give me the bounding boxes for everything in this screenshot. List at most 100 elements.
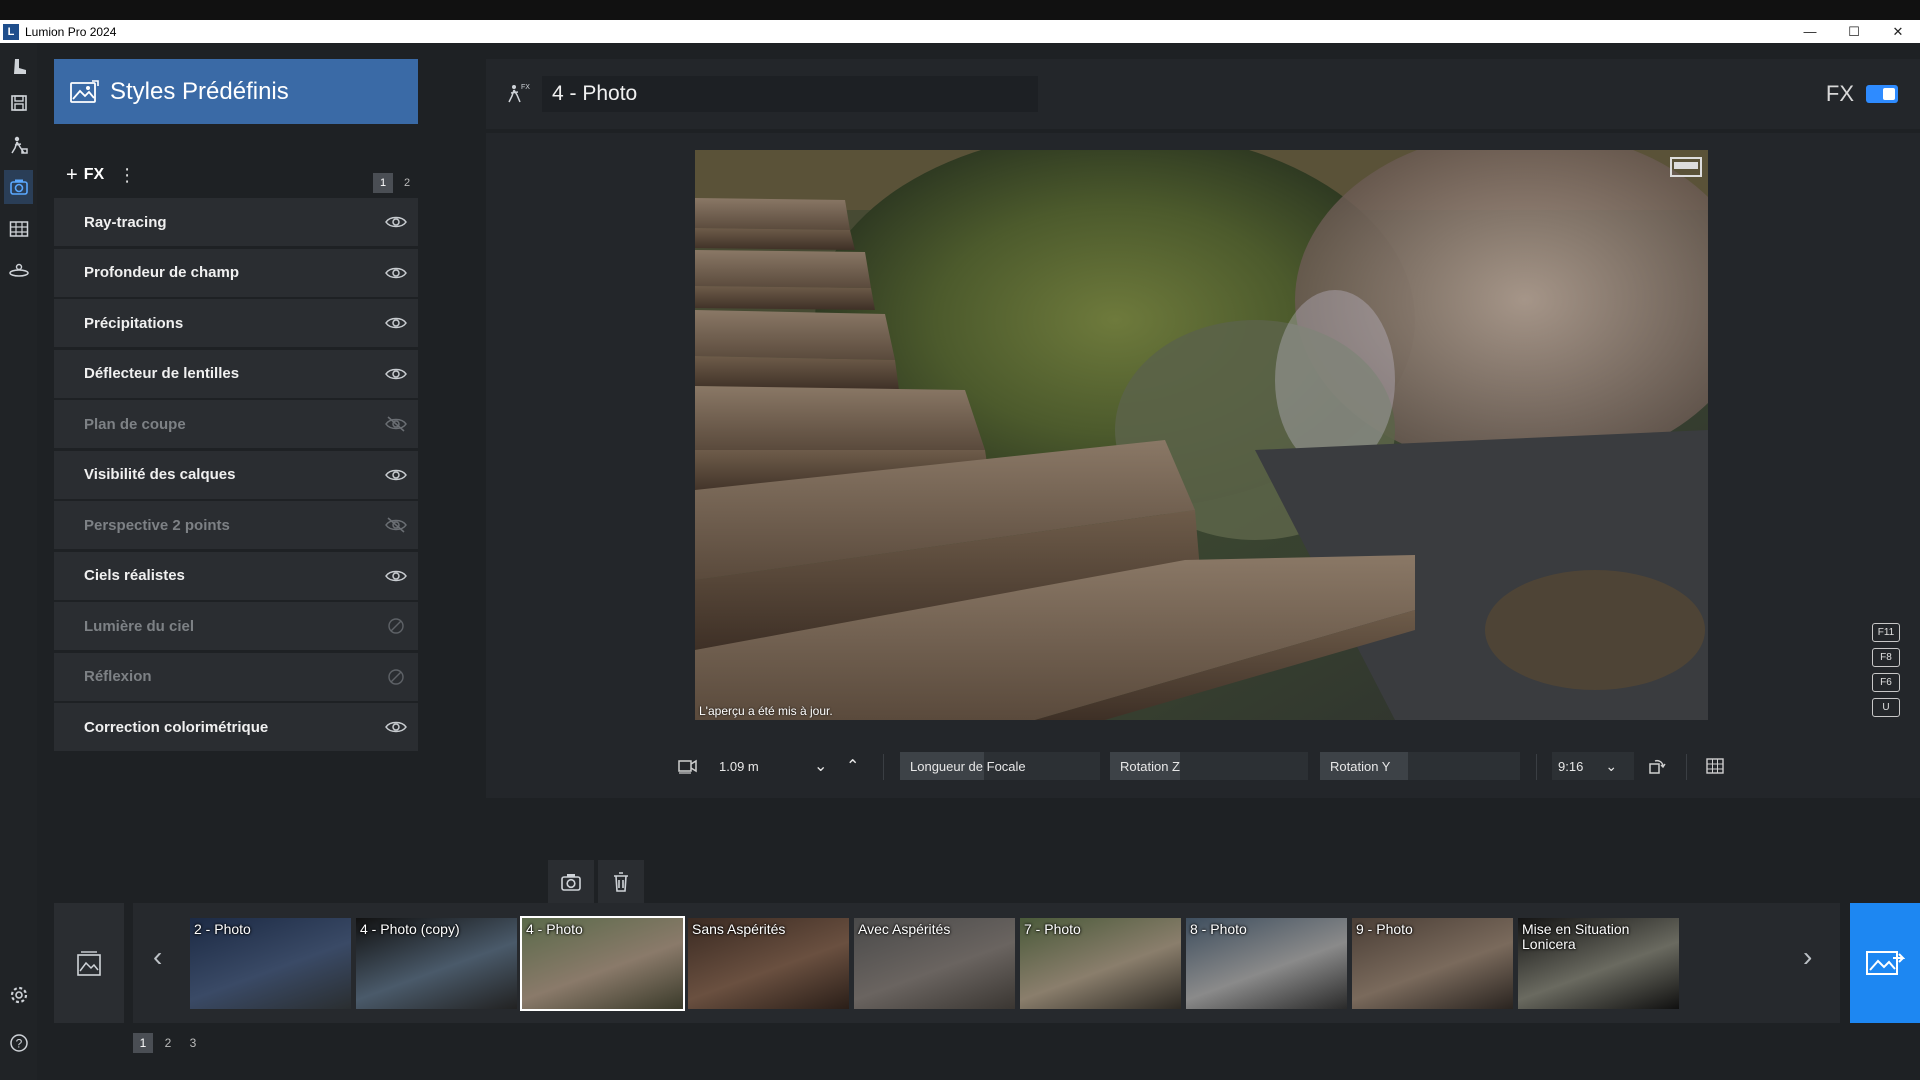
window-title: Lumion Pro 2024: [25, 24, 117, 39]
filmstrip-prev-button[interactable]: ‹: [153, 941, 162, 973]
camera-fx-icon[interactable]: FX: [506, 81, 530, 105]
eye-icon[interactable]: [384, 311, 408, 335]
filmstrip-page-1[interactable]: 1: [133, 1033, 153, 1053]
fx-item[interactable]: Ray-tracing: [54, 198, 418, 246]
fx-item[interactable]: Plan de coupe: [54, 400, 418, 448]
fx-item[interactable]: Correction colorimétrique: [54, 703, 418, 751]
close-button[interactable]: ✕: [1876, 20, 1920, 43]
svg-text:FX: FX: [521, 84, 530, 91]
fx-item-label: Déflecteur de lentilles: [84, 365, 240, 382]
camera-height-value[interactable]: 1.09 m: [719, 752, 759, 780]
render-photo-button[interactable]: [1850, 903, 1920, 1023]
help-icon[interactable]: ?: [4, 1026, 33, 1060]
fx-toggle[interactable]: [1866, 85, 1898, 103]
eye-off-icon[interactable]: [384, 513, 408, 537]
chevron-down-icon: ⌄: [1605, 757, 1618, 774]
focal-length-slider[interactable]: Longueur de Focale: [900, 752, 1100, 780]
thumbnail-label: Sans Aspérités: [692, 921, 786, 937]
grid-overlay-icon[interactable]: [1706, 752, 1724, 780]
photo-thumbnail[interactable]: 2 - Photo: [190, 918, 351, 1009]
camera-height-icon[interactable]: [678, 752, 698, 780]
album-button[interactable]: [54, 903, 124, 1023]
more-options-icon[interactable]: ⋮: [118, 165, 136, 186]
key-f6[interactable]: F6: [1872, 673, 1900, 692]
preview-status: L'aperçu a été mis à jour.: [699, 704, 833, 718]
preview-image: [695, 150, 1708, 720]
fx-page-2[interactable]: 2: [397, 173, 417, 193]
boot-icon[interactable]: [4, 50, 33, 84]
fx-item[interactable]: Précipitations: [54, 299, 418, 347]
photo-thumbnail[interactable]: 8 - Photo: [1186, 918, 1347, 1009]
fx-item-label: Plan de coupe: [84, 415, 186, 433]
fx-item[interactable]: Profondeur de champ: [54, 248, 418, 297]
key-u[interactable]: U: [1872, 698, 1900, 717]
photo-thumbnail[interactable]: 9 - Photo: [1352, 918, 1513, 1009]
filmstrip-next-button[interactable]: ›: [1803, 941, 1812, 973]
eye-icon[interactable]: [384, 564, 408, 588]
eye-off-icon[interactable]: [384, 412, 408, 436]
height-up-icon[interactable]: ⌃: [846, 752, 859, 780]
separator: [1536, 754, 1537, 780]
filmstrip-page-2[interactable]: 2: [158, 1033, 178, 1053]
preset-styles-header[interactable]: Styles Prédéfinis: [54, 59, 418, 124]
safe-frame-icon[interactable]: [1670, 157, 1702, 177]
key-f8[interactable]: F8: [1872, 648, 1900, 667]
thumbnail-label: 9 - Photo: [1356, 921, 1413, 937]
capture-photo-icon[interactable]: [548, 860, 594, 904]
add-fx-icon[interactable]: +: [66, 164, 78, 187]
os-top-strip: [0, 0, 1920, 20]
photo-mode-icon[interactable]: [4, 170, 33, 204]
fx-item[interactable]: Réflexion: [54, 652, 418, 701]
disabled-icon[interactable]: [384, 665, 408, 689]
360-panorama-icon[interactable]: [4, 254, 33, 288]
eye-icon[interactable]: [384, 715, 408, 739]
build-mode-icon[interactable]: [4, 128, 33, 162]
photo-thumbnail[interactable]: 7 - Photo: [1020, 918, 1181, 1009]
add-fx-button[interactable]: FX: [84, 166, 104, 184]
photo-thumbnail[interactable]: 4 - Photo: [520, 916, 685, 1011]
fx-item[interactable]: Lumière du ciel: [54, 602, 418, 650]
thumbnail-label: 2 - Photo: [194, 921, 251, 937]
fx-page-selector: 1 2: [373, 173, 417, 193]
fx-item[interactable]: Déflecteur de lentilles: [54, 349, 418, 398]
photo-name-field[interactable]: 4 - Photo: [542, 76, 1038, 112]
styles-image-icon: [70, 79, 99, 103]
thumbnail-label: 4 - Photo: [526, 921, 583, 937]
photo-thumbnail[interactable]: Mise en Situation Lonicera: [1518, 918, 1679, 1009]
fx-item[interactable]: Ciels réalistes: [54, 551, 418, 600]
minimize-button[interactable]: —: [1788, 20, 1832, 43]
thumbnail-label: 7 - Photo: [1024, 921, 1081, 937]
rotation-z-label: Rotation Z: [1110, 752, 1180, 780]
movie-mode-icon[interactable]: [4, 212, 33, 246]
photo-thumbnail[interactable]: Sans Aspérités: [688, 918, 849, 1009]
rotate-orientation-icon[interactable]: [1648, 752, 1666, 780]
eye-icon[interactable]: [384, 210, 408, 234]
eye-icon[interactable]: [384, 261, 408, 285]
mode-sidebar: ?: [0, 43, 37, 1080]
fx-item[interactable]: Visibilité des calques: [54, 450, 418, 499]
thumbnail-label: 8 - Photo: [1190, 921, 1247, 937]
rotation-z-slider[interactable]: Rotation Z: [1110, 752, 1308, 780]
window-title-bar: L Lumion Pro 2024 — ☐ ✕: [0, 20, 1920, 43]
photo-actions: [548, 860, 644, 904]
aspect-ratio-select[interactable]: 9:16 ⌄: [1552, 752, 1634, 780]
render-preview[interactable]: L'aperçu a été mis à jour.: [695, 150, 1708, 720]
fx-page-1[interactable]: 1: [373, 173, 393, 193]
fx-item[interactable]: Perspective 2 points: [54, 501, 418, 549]
key-f11[interactable]: F11: [1872, 623, 1900, 642]
separator: [1686, 754, 1687, 780]
delete-photo-icon[interactable]: [598, 860, 644, 904]
eye-icon[interactable]: [384, 362, 408, 386]
rotation-y-slider[interactable]: Rotation Y: [1320, 752, 1520, 780]
height-down-icon[interactable]: ⌄: [814, 752, 827, 780]
shortcut-keys: F11 F8 F6 U: [1870, 623, 1900, 723]
maximize-button[interactable]: ☐: [1832, 20, 1876, 43]
filmstrip-page-3[interactable]: 3: [183, 1033, 203, 1053]
settings-icon[interactable]: [4, 978, 33, 1012]
save-icon[interactable]: [4, 86, 33, 120]
eye-icon[interactable]: [384, 463, 408, 487]
render-image-icon: [1866, 951, 1905, 975]
photo-thumbnail[interactable]: Avec Aspérités: [854, 918, 1015, 1009]
disabled-icon[interactable]: [384, 614, 408, 638]
photo-thumbnail[interactable]: 4 - Photo (copy): [356, 918, 517, 1009]
